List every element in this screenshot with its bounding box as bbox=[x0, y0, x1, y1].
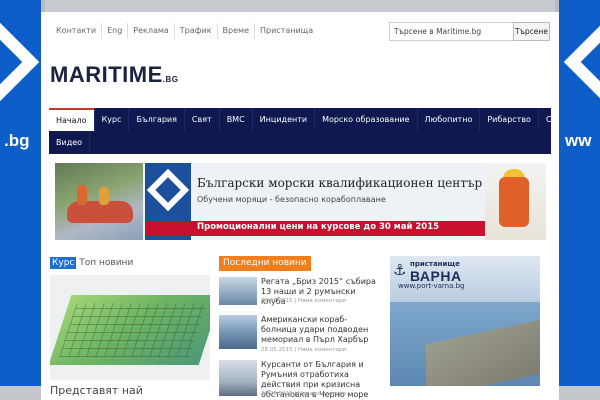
side-banner-text: ww bbox=[565, 131, 592, 150]
top-link-traffic[interactable]: Трафик bbox=[175, 23, 218, 39]
news-title[interactable]: Американски кораб-болница удари подводен… bbox=[261, 315, 379, 345]
top-news-heading[interactable]: Курс Топ новини bbox=[50, 256, 133, 271]
nav-item-course[interactable]: Курс bbox=[95, 108, 130, 131]
banner-photo bbox=[55, 163, 143, 240]
nav-item-sport[interactable]: Спорт bbox=[539, 108, 559, 131]
ad-port-url: www.port-varna.bg bbox=[398, 282, 465, 290]
side-banner-left[interactable]: .bg bbox=[0, 0, 41, 400]
site-logo[interactable]: MARITIME.BG bbox=[50, 62, 179, 88]
promo-banner[interactable]: 1974 Български морски квалификационен це… bbox=[55, 163, 546, 240]
news-meta: 28.05.2015 | Няма коментари bbox=[261, 391, 347, 397]
side-banner-footer bbox=[0, 386, 41, 400]
top-news-label: Топ новини bbox=[79, 258, 134, 268]
main-nav: Начало Курс България Свят ВМС Инциденти … bbox=[49, 108, 559, 154]
banner-subtitle: Обучени моряци - безопасно корабоплаване bbox=[197, 195, 386, 204]
news-item[interactable]: Американски кораб-болница удари подводен… bbox=[219, 315, 379, 355]
nav-row-1: Начало Курс България Свят ВМС Инциденти … bbox=[49, 108, 559, 131]
banner-promo-text: Промоционални цени на курсове до 30 май … bbox=[197, 222, 440, 232]
news-meta: 28.05.2015 | Няма коментари bbox=[261, 298, 347, 304]
top-links: Контакти Eng Реклама Трафик Време Приста… bbox=[51, 23, 318, 39]
news-item[interactable]: Курсанти от България и Румъния отработих… bbox=[219, 360, 379, 400]
news-thumbnail bbox=[219, 315, 257, 349]
side-banner-right[interactable]: ww bbox=[559, 0, 600, 400]
nav-item-world[interactable]: Свят bbox=[185, 108, 220, 131]
side-banner-text: .bg bbox=[4, 131, 30, 150]
top-link-ports[interactable]: Пристанища bbox=[255, 23, 318, 39]
person-shape bbox=[99, 187, 109, 205]
nav-item-home[interactable]: Начало bbox=[49, 108, 95, 131]
top-strip-inner bbox=[45, 0, 555, 12]
nav-item-education[interactable]: Морско образование bbox=[315, 108, 418, 131]
port-varna-ad[interactable]: ⚓ пристанище ВАРНА www.port-varna.bg bbox=[390, 256, 540, 386]
news-thumbnail bbox=[219, 360, 257, 396]
logo-text: MARITIME bbox=[50, 62, 163, 87]
nav-item-incidents[interactable]: Инциденти bbox=[253, 108, 316, 131]
top-link-weather[interactable]: Време bbox=[218, 23, 255, 39]
logo-suffix: .BG bbox=[162, 75, 179, 84]
nav-item-video[interactable]: Видео bbox=[49, 131, 91, 154]
news-thumbnail bbox=[219, 277, 257, 305]
section-title-bottom: Представят най bbox=[50, 384, 143, 397]
nav-row-2: Видео bbox=[49, 131, 91, 154]
banner-title: Български морски квалификационен център bbox=[197, 176, 483, 190]
search-input[interactable]: Търсене в Maritime.bg bbox=[389, 22, 514, 41]
ship-hull-grid bbox=[59, 303, 207, 357]
ad-port-label: пристанище bbox=[410, 260, 460, 268]
suit-shape bbox=[499, 177, 529, 227]
person-shape bbox=[77, 185, 87, 205]
main-page: Контакти Eng Реклама Трафик Време Приста… bbox=[41, 0, 559, 400]
banner-fireman-photo bbox=[485, 163, 546, 240]
anchor-icon: ⚓ bbox=[393, 261, 407, 279]
nav-item-fishing[interactable]: Рибарство bbox=[480, 108, 539, 131]
nav-item-curious[interactable]: Любопитно bbox=[418, 108, 481, 131]
search-button[interactable]: Търсене bbox=[513, 22, 550, 41]
course-tag[interactable]: Курс bbox=[50, 257, 77, 269]
featured-ship-image[interactable] bbox=[50, 275, 210, 380]
nav-item-bulgaria[interactable]: България bbox=[129, 108, 185, 131]
top-link-ads[interactable]: Реклама bbox=[128, 23, 175, 39]
nav-item-navy[interactable]: ВМС bbox=[220, 108, 253, 131]
side-banner-footer bbox=[559, 386, 600, 400]
top-strip bbox=[41, 0, 559, 12]
top-link-contacts[interactable]: Контакти bbox=[51, 23, 103, 39]
top-link-eng[interactable]: Eng bbox=[102, 23, 129, 39]
latest-news-heading[interactable]: Последни новини bbox=[219, 256, 311, 271]
news-meta: 28.05.2015 | Няма коментари bbox=[261, 347, 347, 353]
news-item[interactable]: Регата „Бриз 2015“ събира 13 наши и 2 ру… bbox=[219, 277, 379, 309]
